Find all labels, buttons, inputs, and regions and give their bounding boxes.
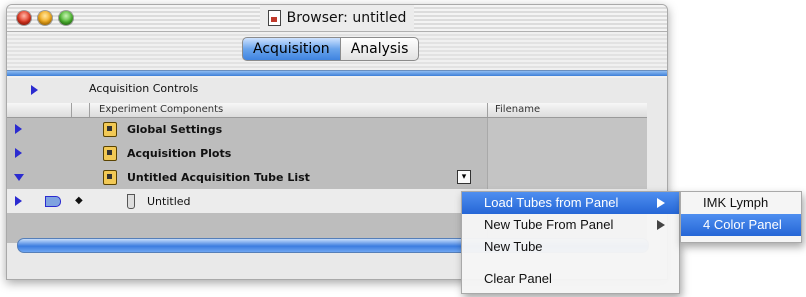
context-menu: Load Tubes from Panel New Tube From Pane…: [461, 191, 680, 294]
submenu-item-4-color-panel[interactable]: 4 Color Panel: [681, 214, 801, 236]
submenu-arrow-icon: [657, 198, 665, 208]
submenu-arrow-icon: [657, 220, 665, 230]
submenu-item-imk-lymph[interactable]: IMK Lymph: [681, 192, 801, 214]
tab-group: Acquisition Analysis: [242, 37, 420, 61]
row-tube-list: Untitled Acquisition Tube List: [127, 171, 310, 184]
table-row[interactable]: Global Settings: [7, 117, 647, 141]
menu-item-label: New Tube: [484, 239, 543, 254]
column-header-filename[interactable]: Filename: [495, 104, 540, 115]
title-inner: Browser: untitled: [259, 5, 415, 31]
submenu-item-label: 4 Color Panel: [703, 217, 782, 232]
close-button[interactable]: [17, 11, 31, 25]
menu-item-label: Clear Panel: [484, 271, 552, 286]
tab-bar: Acquisition Analysis: [7, 32, 667, 78]
menu-item-clear-panel[interactable]: Clear Panel: [462, 268, 679, 290]
acquisition-plots-icon: [103, 146, 117, 161]
title-wrap: Browser: untitled: [7, 5, 667, 31]
table-row[interactable]: Untitled Acquisition Tube List ▾: [7, 165, 647, 189]
menu-item-load-tubes-from-panel[interactable]: Load Tubes from Panel: [462, 192, 679, 214]
row-untitled-tube: Untitled: [147, 195, 191, 208]
tube-list-icon: [103, 170, 117, 185]
document-icon: [267, 10, 281, 26]
acquisition-controls-label: Acquisition Controls: [89, 82, 199, 95]
submenu: IMK Lymph 4 Color Panel: [680, 191, 802, 243]
menu-separator: [462, 258, 679, 268]
row-popup-menu-button[interactable]: ▾: [457, 170, 471, 184]
window-title: Browser: untitled: [286, 10, 407, 26]
global-settings-icon: [103, 122, 117, 137]
table-row[interactable]: Acquisition Plots: [7, 141, 647, 165]
tab-analysis[interactable]: Analysis: [340, 37, 420, 61]
expand-triangle-icon[interactable]: [15, 124, 22, 134]
acquisition-controls-disclosure-icon[interactable]: [31, 85, 38, 95]
column-separator: [487, 103, 488, 117]
table-header: Experiment Components Filename: [7, 103, 647, 118]
menu-item-label: New Tube From Panel: [484, 217, 614, 232]
minimize-button[interactable]: [38, 11, 52, 25]
column-separator: [89, 103, 90, 117]
row-acquisition-plots: Acquisition Plots: [127, 147, 232, 160]
collapse-triangle-icon[interactable]: [14, 174, 24, 181]
menu-item-new-tube-from-panel[interactable]: New Tube From Panel: [462, 214, 679, 236]
title-bar[interactable]: Browser: untitled: [7, 5, 667, 32]
current-tube-pointer-icon[interactable]: [45, 196, 61, 207]
row-global-settings: Global Settings: [127, 123, 223, 136]
tube-icon: [127, 194, 135, 209]
menu-item-label: Load Tubes from Panel: [484, 195, 619, 210]
column-separator: [71, 103, 72, 117]
zoom-button[interactable]: [59, 11, 73, 25]
acquisition-controls-bar: Acquisition Controls: [7, 78, 667, 100]
tab-acquisition[interactable]: Acquisition: [242, 37, 341, 61]
tab-underline: [7, 70, 667, 76]
expand-triangle-icon[interactable]: [15, 196, 22, 206]
bullet-icon: ◆: [75, 195, 83, 206]
column-header-experiment-components[interactable]: Experiment Components: [99, 104, 223, 115]
submenu-item-label: IMK Lymph: [703, 195, 769, 210]
menu-item-new-tube[interactable]: New Tube: [462, 236, 679, 258]
expand-triangle-icon[interactable]: [15, 148, 22, 158]
